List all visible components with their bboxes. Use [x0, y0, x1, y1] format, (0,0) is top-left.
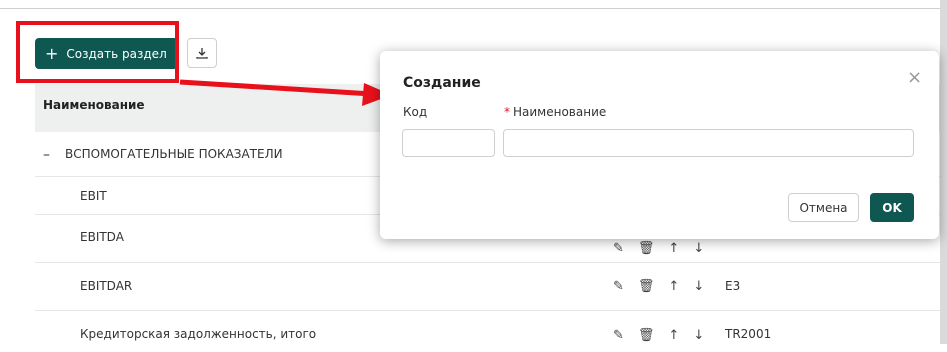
- row-label: EBITDA: [80, 230, 124, 244]
- column-header-name: Наименование: [43, 98, 145, 112]
- edit-icon[interactable]: ✎: [613, 279, 624, 294]
- create-dialog: Создание × Код * Наименование Отмена OK: [380, 51, 939, 239]
- row-code: E3: [725, 279, 741, 293]
- row-label: Кредиторская задолженность, итого: [80, 327, 317, 341]
- highlight-box: [16, 21, 179, 83]
- top-divider: [0, 8, 947, 9]
- row-code: TR2001: [725, 327, 772, 341]
- arrow-up-icon[interactable]: ↑: [668, 328, 679, 343]
- edit-icon[interactable]: ✎: [613, 241, 624, 256]
- cancel-button[interactable]: Отмена: [788, 193, 859, 222]
- page: Наименование – ВСПОМОГАТЕЛЬНЫЕ ПОКАЗАТЕЛ…: [0, 0, 947, 344]
- download-icon: [196, 48, 208, 59]
- dialog-title: Создание: [403, 75, 481, 91]
- arrow-down-icon[interactable]: ↓: [693, 328, 704, 343]
- row-label: EBIT: [80, 189, 107, 203]
- group-label: ВСПОМОГАТЕЛЬНЫЕ ПОКАЗАТЕЛИ: [65, 147, 283, 161]
- edit-icon[interactable]: ✎: [613, 328, 624, 343]
- arrow-down-icon[interactable]: ↓: [693, 279, 704, 294]
- ok-button[interactable]: OK: [870, 193, 914, 222]
- arrow-down-icon[interactable]: ↓: [693, 241, 704, 256]
- table-row[interactable]: EBITDAR ✎ 🗑 ↑ ↓ E3: [35, 262, 947, 311]
- collapse-toggle[interactable]: –: [43, 147, 50, 163]
- required-mark: *: [504, 105, 510, 119]
- close-icon[interactable]: ×: [907, 67, 922, 88]
- delete-icon[interactable]: 🗑: [638, 328, 655, 343]
- row-label: EBITDAR: [80, 279, 133, 293]
- name-label-wrap: * Наименование: [504, 105, 606, 119]
- scroll-edge: [940, 0, 947, 344]
- name-label: Наименование: [513, 105, 607, 119]
- table-row[interactable]: Кредиторская задолженность, итого ✎ 🗑 ↑ …: [35, 310, 947, 344]
- delete-icon[interactable]: 🗑: [638, 279, 655, 294]
- arrow-up-icon[interactable]: ↑: [668, 241, 679, 256]
- row-actions: ✎ 🗑 ↑ ↓: [613, 262, 704, 310]
- download-button[interactable]: [187, 38, 217, 68]
- code-label: Код: [403, 105, 428, 119]
- delete-icon[interactable]: 🗑: [638, 241, 655, 256]
- arrow-up-icon[interactable]: ↑: [668, 279, 679, 294]
- name-input[interactable]: [503, 129, 914, 157]
- row-actions: ✎ 🗑 ↑ ↓: [613, 318, 704, 352]
- code-input[interactable]: [402, 129, 495, 157]
